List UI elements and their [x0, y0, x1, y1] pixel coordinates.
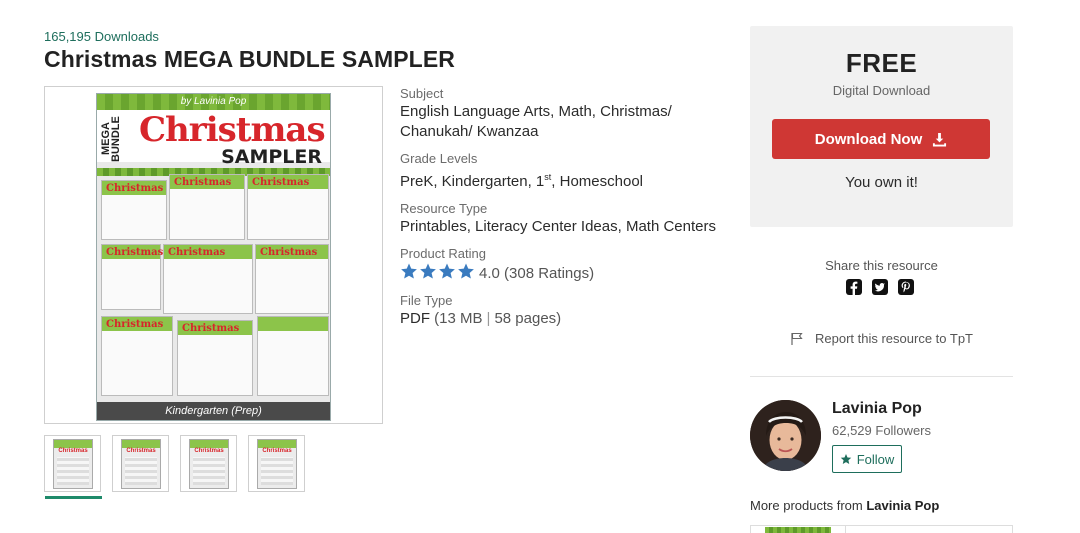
cover-mega-label: MEGA BUNDLE — [100, 116, 122, 162]
author-photo — [750, 400, 821, 471]
product-details: Subject English Language Arts, Math, Chr… — [400, 86, 730, 338]
star-icon — [840, 454, 851, 464]
product-preview[interactable]: by Lavinia Pop MEGA BUNDLE Christmas SAM… — [44, 86, 383, 424]
cover-page-thumb: Christmas — [101, 180, 167, 240]
cover-byline: by Lavinia Pop — [180, 96, 247, 107]
download-button-label: Download Now — [814, 130, 923, 148]
resource-type-label: Resource Type — [400, 201, 488, 216]
ownership-status: You own it! — [845, 174, 918, 191]
follow-label: Follow — [856, 451, 895, 467]
more-products-heading: More products from Lavinia Pop — [750, 498, 940, 513]
author-name[interactable]: Lavinia Pop — [832, 400, 922, 418]
thumbnail-4[interactable]: Christmas — [248, 435, 305, 492]
resource-type-value[interactable]: Printables, Literacy Center Ideas, Math … — [400, 217, 730, 237]
file-type-label: File Type — [400, 293, 453, 308]
rating-count: (308 Ratings) — [504, 265, 595, 282]
follow-button[interactable]: Follow — [832, 445, 902, 473]
cover-page-thumb: Christmas — [177, 320, 253, 396]
cover-page-thumb: Christmas — [169, 174, 245, 240]
purchase-box: FREE Digital Download Download Now You o… — [750, 26, 1013, 227]
more-product-thumb[interactable] — [765, 527, 831, 533]
thumbnail-strip: Christmas Christmas Christmas Christmas — [44, 435, 324, 499]
file-pages: 58 pages) — [494, 310, 562, 327]
grade-label: Grade Levels — [400, 151, 478, 166]
download-now-button[interactable]: Download Now — [772, 119, 990, 159]
cover-grade: Kindergarten (Prep) — [165, 405, 262, 417]
twitter-icon[interactable] — [872, 279, 888, 295]
author-followers: 62,529 Followers — [832, 423, 931, 438]
thumbnail-1[interactable]: Christmas — [44, 435, 102, 499]
price-subtitle: Digital Download — [832, 83, 931, 98]
download-count: 165,195 Downloads — [44, 29, 159, 44]
subject-value[interactable]: English Language Arts, Math, Christmas/ … — [400, 102, 730, 142]
share-label: Share this resource — [825, 258, 938, 273]
rating-stars — [400, 262, 475, 280]
star-icon — [458, 263, 474, 279]
report-resource-link[interactable]: Report this resource to TpT — [790, 331, 973, 346]
more-products-strip — [750, 525, 1013, 533]
cover-page-thumb — [257, 316, 329, 396]
cover-sampler: SAMPLER — [221, 146, 322, 168]
star-icon — [439, 263, 455, 279]
section-divider — [750, 376, 1013, 377]
report-label: Report this resource to TpT — [815, 331, 973, 346]
share-icons — [846, 279, 914, 295]
flag-icon — [791, 332, 803, 345]
rating-value: 4.0 — [479, 265, 500, 282]
thumbnail-active-indicator — [45, 496, 102, 499]
cover-page-thumb: Christmas — [101, 316, 173, 396]
download-icon — [933, 132, 947, 147]
cover-headline: Christmas — [139, 110, 326, 150]
product-title: Christmas MEGA BUNDLE SAMPLER — [44, 46, 455, 72]
cover-page-thumb: Christmas — [247, 174, 329, 240]
thumbnail-3[interactable]: Christmas — [180, 435, 237, 492]
author-avatar[interactable] — [750, 400, 821, 471]
subject-label: Subject — [400, 86, 444, 101]
cover-page-thumb: Christmas — [163, 244, 253, 314]
file-size: (13 MB — [434, 310, 483, 327]
cover-page-thumb: Christmas — [101, 244, 163, 310]
thumbnail-2[interactable]: Christmas — [112, 435, 169, 492]
price: FREE — [845, 48, 918, 78]
star-icon — [420, 263, 436, 279]
facebook-icon[interactable] — [846, 279, 862, 295]
cover-image: by Lavinia Pop MEGA BUNDLE Christmas SAM… — [96, 93, 331, 421]
grade-value[interactable]: PreK, Kindergarten, 1st, Homeschool — [400, 167, 730, 192]
pinterest-icon[interactable] — [898, 279, 914, 295]
rating-label: Product Rating — [400, 246, 486, 261]
star-icon — [401, 263, 417, 279]
product-rating[interactable]: 4.0 (308 Ratings) — [400, 262, 730, 284]
cover-page-thumb: Christmas — [255, 244, 329, 314]
file-type-value: PDF (13 MB | 58 pages) — [400, 310, 562, 327]
more-products-author[interactable]: Lavinia Pop — [866, 498, 939, 513]
